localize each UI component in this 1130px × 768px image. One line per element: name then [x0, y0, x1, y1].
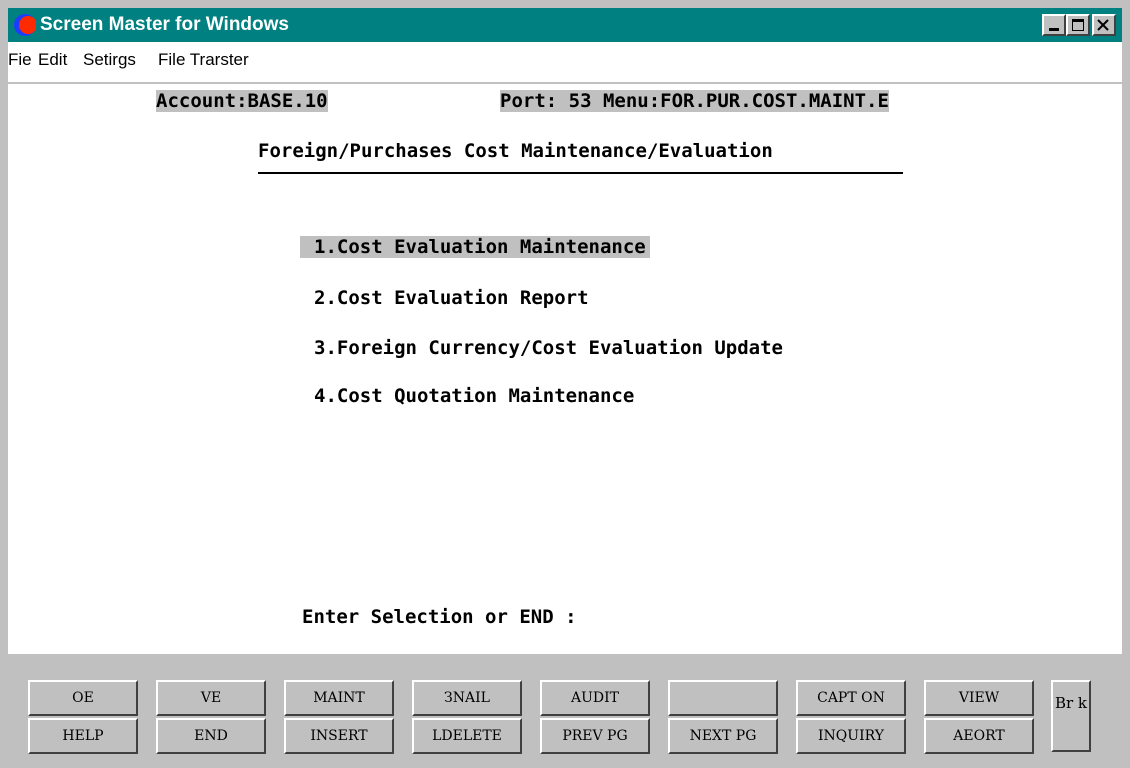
fkey-ldelete[interactable]: LDELETE: [412, 718, 522, 754]
app-logo-icon: [14, 14, 36, 36]
menu-option-1[interactable]: 1.Cost Evaluation Maintenance: [300, 236, 650, 258]
app-window: Screen Master for Windows Fie Edit Setir…: [0, 0, 1130, 768]
maximize-button[interactable]: [1066, 14, 1090, 36]
fkey-break[interactable]: Br k: [1051, 680, 1091, 752]
close-icon: [1097, 19, 1109, 31]
menu-option-3[interactable]: 3.Foreign Currency/Cost Evaluation Updat…: [314, 337, 783, 359]
menu-option-2[interactable]: 2.Cost Evaluation Report: [314, 287, 589, 309]
fkey-audit[interactable]: AUDIT: [540, 680, 650, 716]
fkey-ve[interactable]: VE: [156, 680, 266, 716]
terminal-screen[interactable]: Account:BASE.10 Port: 53 Menu:FOR.PUR.CO…: [8, 84, 1122, 654]
minimize-icon: [1049, 28, 1059, 31]
fkey-inquiry[interactable]: INQUIRY: [796, 718, 906, 754]
page-title: Foreign/Purchases Cost Maintenance/Evalu…: [258, 140, 773, 162]
maximize-icon: [1072, 19, 1084, 31]
fkey-email[interactable]: ЗNAIL: [412, 680, 522, 716]
menu-bar: Fie Edit Setirgs File Trarster: [8, 42, 1122, 82]
port-menu-label: Port: 53 Menu:FOR.PUR.COST.MAINT.E: [500, 90, 889, 112]
fkey-prev-pg[interactable]: PREV PG: [540, 718, 650, 754]
fkey-abort[interactable]: AEORT: [924, 718, 1034, 754]
fkey-oe[interactable]: OE: [28, 680, 138, 716]
fkey-maint[interactable]: MAINT: [284, 680, 394, 716]
menu-file[interactable]: Fie: [8, 50, 32, 70]
menu-settings[interactable]: Setirgs: [83, 50, 136, 70]
minimize-button[interactable]: [1042, 14, 1066, 36]
title-underline: [258, 172, 903, 174]
fkey-blank[interactable]: [668, 680, 778, 716]
menu-edit[interactable]: Edit: [38, 50, 67, 70]
selection-prompt: Enter Selection or END :: [302, 606, 577, 628]
menu-file-transfer[interactable]: File Trarster: [158, 50, 249, 70]
fkey-help[interactable]: HELP: [28, 718, 138, 754]
title-bar: Screen Master for Windows: [8, 8, 1122, 42]
fkey-insert[interactable]: INSERT: [284, 718, 394, 754]
fkey-view[interactable]: VIEW: [924, 680, 1034, 716]
terminal-cursor[interactable]: [662, 606, 674, 630]
function-key-bar: OE VE MAINT ЗNAIL AUDIT CAPT ON VIEW HEL…: [8, 662, 1122, 762]
fkey-caption[interactable]: CAPT ON: [796, 680, 906, 716]
window-title: Screen Master for Windows: [40, 14, 289, 35]
account-label: Account:BASE.10: [156, 90, 328, 112]
close-button[interactable]: [1092, 14, 1116, 36]
menu-option-4[interactable]: 4.Cost Quotation Maintenance: [314, 385, 634, 407]
fkey-next-pg[interactable]: NEXT PG: [668, 718, 778, 754]
fkey-end[interactable]: END: [156, 718, 266, 754]
